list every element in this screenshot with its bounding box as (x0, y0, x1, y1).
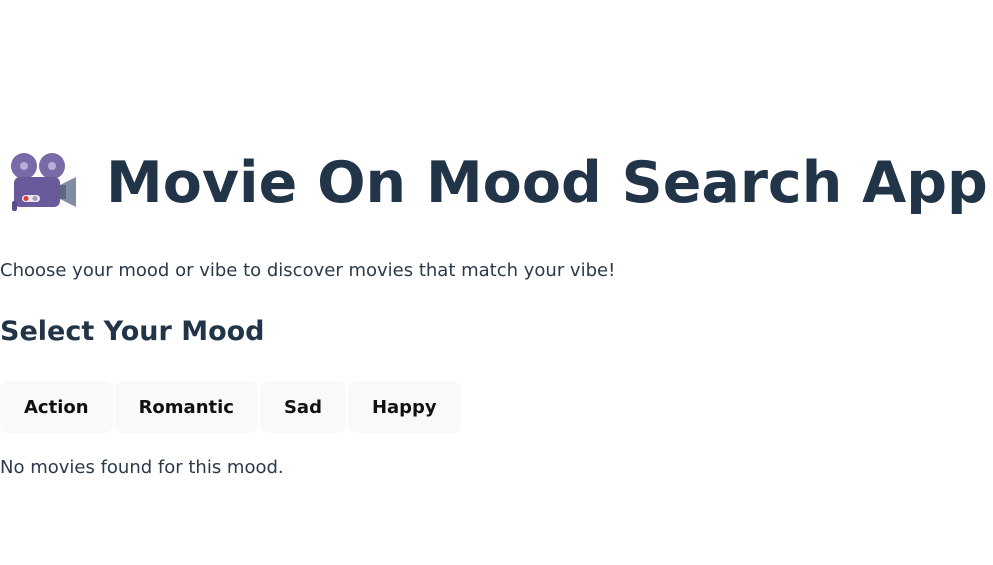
mood-button-sad[interactable]: Sad (259, 381, 346, 433)
movie-camera-icon (10, 151, 88, 215)
no-results-message: No movies found for this mood. (0, 457, 284, 478)
mood-section-title: Select Your Mood (0, 316, 265, 347)
intro-subtitle: Choose your mood or vibe to discover mov… (0, 260, 616, 281)
mood-button-group: Action Romantic Sad Happy (0, 381, 461, 433)
mood-button-happy[interactable]: Happy (347, 381, 461, 433)
page-title: Movie On Mood Search App (106, 149, 988, 216)
header: Movie On Mood Search App (0, 140, 988, 226)
mood-button-action[interactable]: Action (0, 381, 113, 433)
app-root: Movie On Mood Search App Choose your moo… (0, 0, 993, 565)
mood-button-romantic[interactable]: Romantic (114, 381, 258, 433)
